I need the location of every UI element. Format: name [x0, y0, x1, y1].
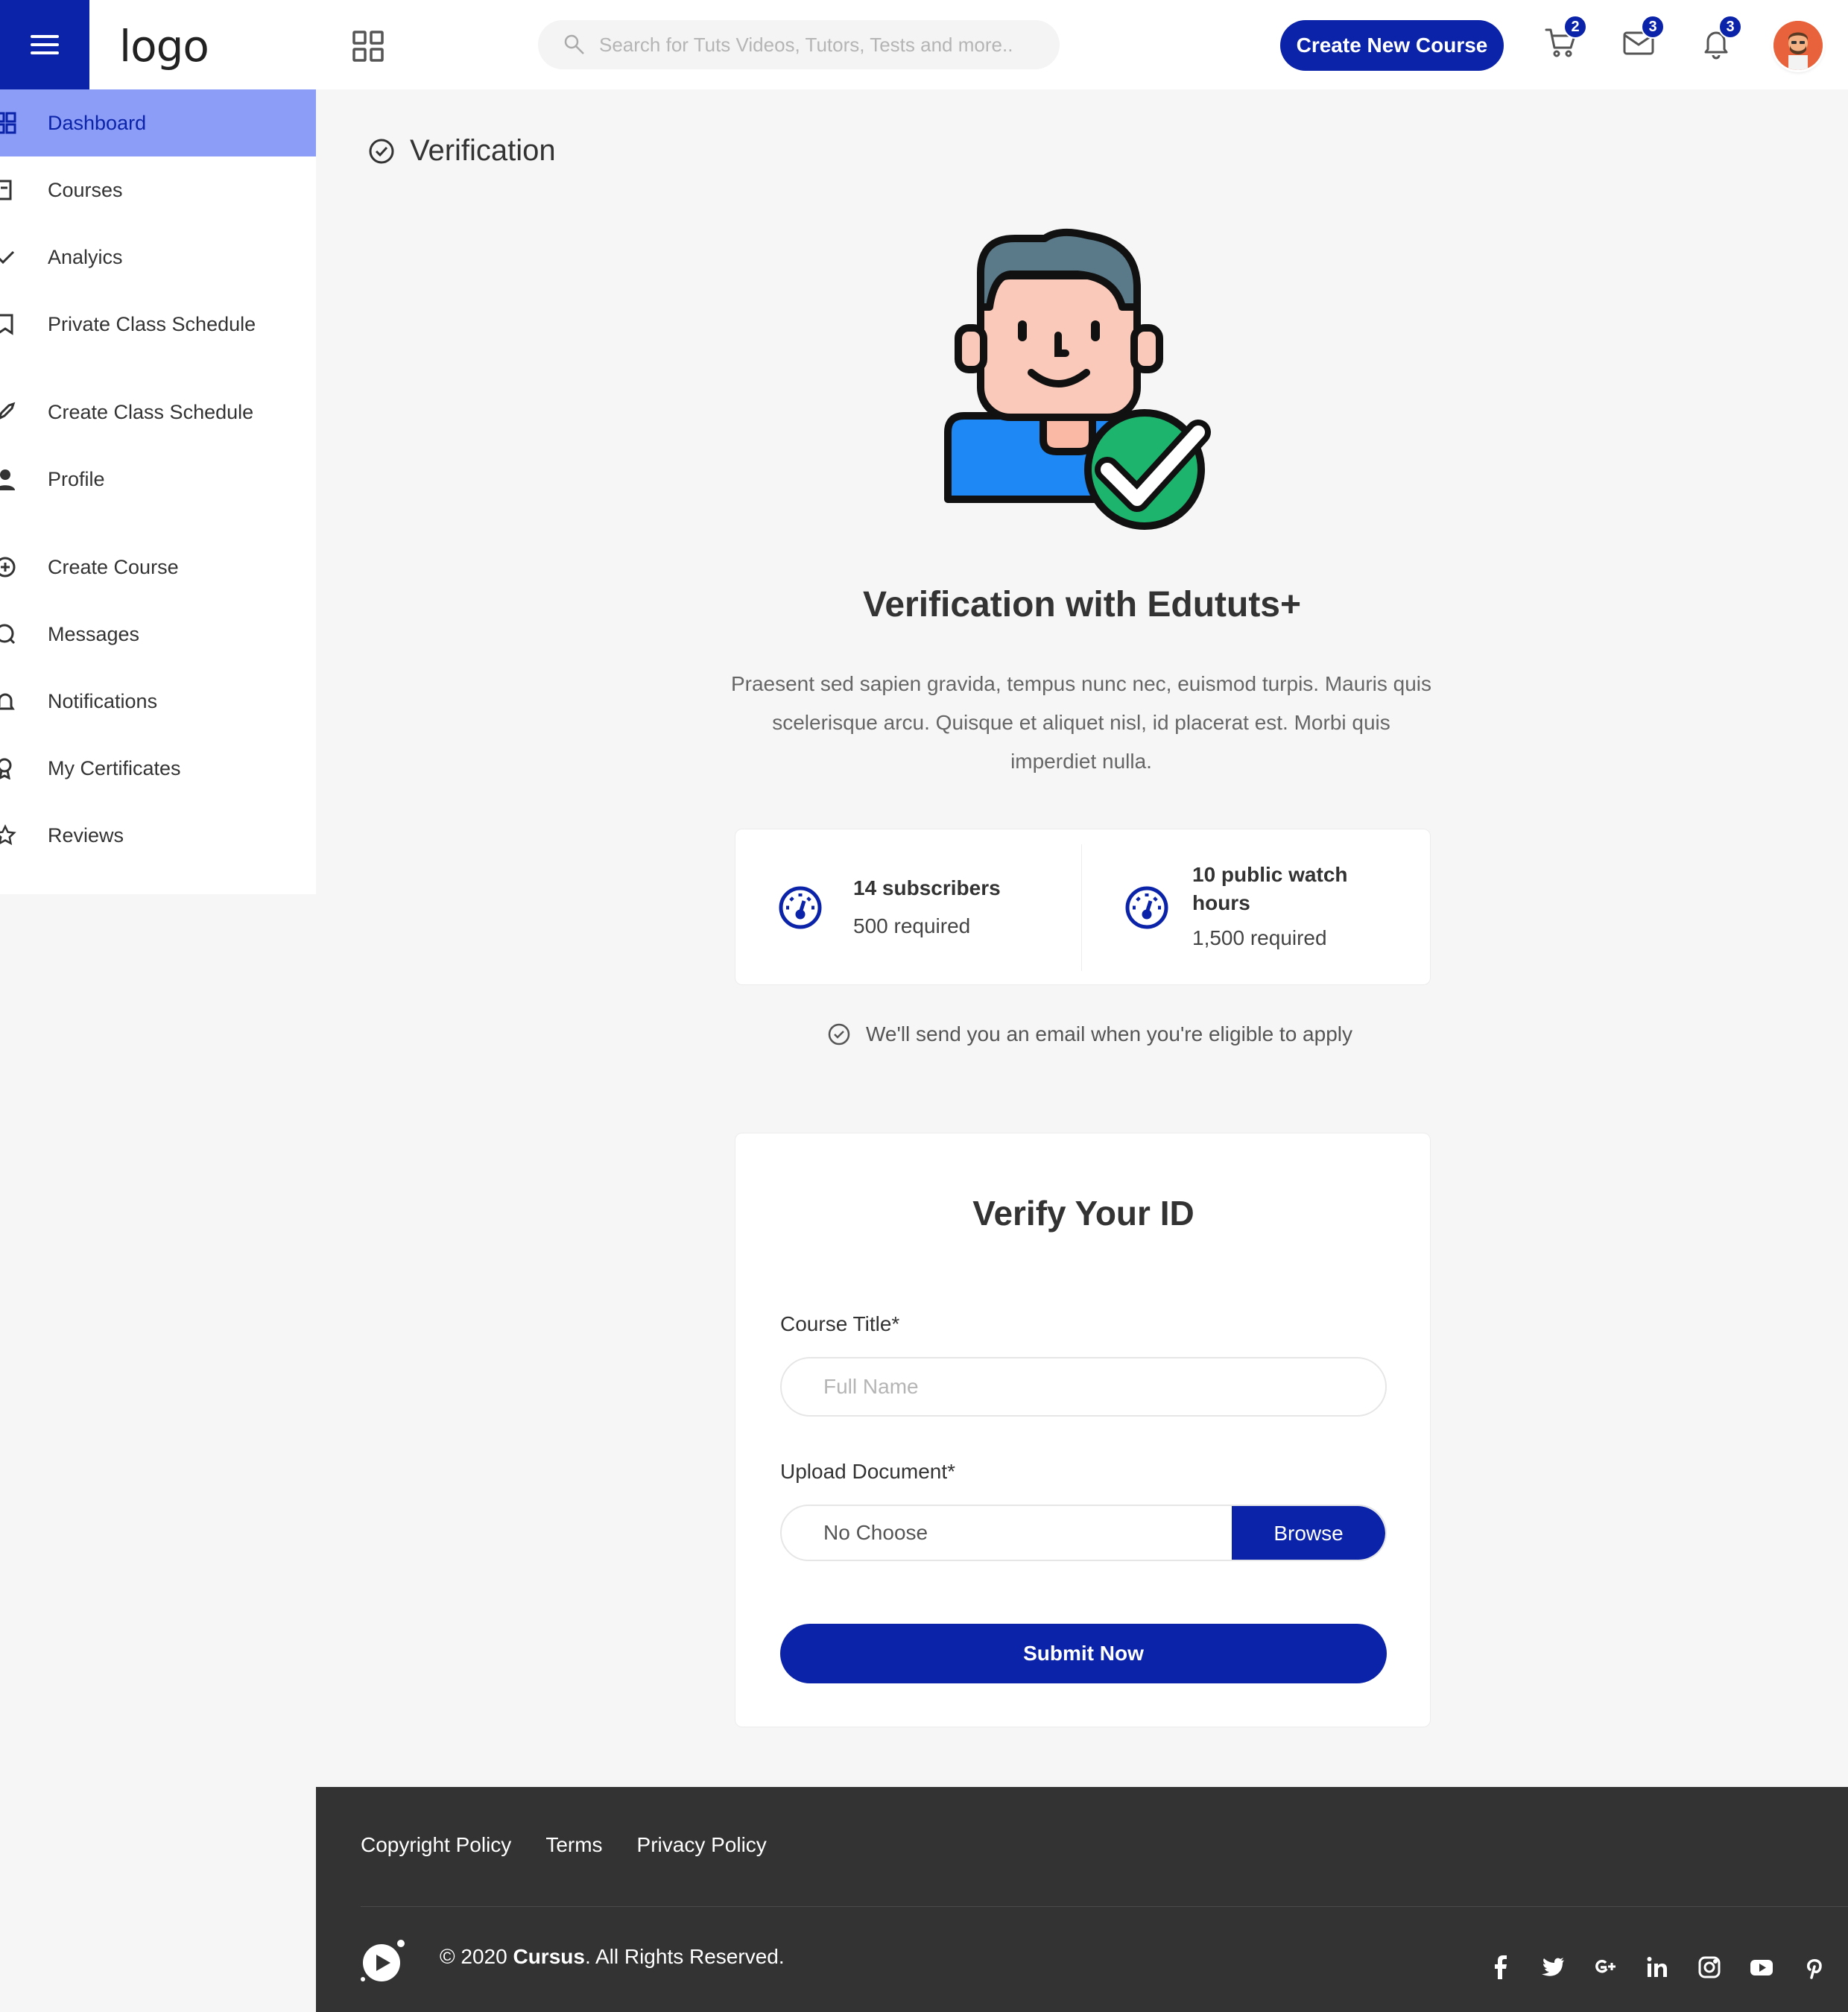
dashboard-icon — [0, 112, 16, 134]
eligibility-stats-card: 14 subscribers 500 required 10 public wa… — [735, 829, 1431, 985]
sidebar-item-label: Analyics — [48, 245, 123, 268]
youtube-icon[interactable] — [1747, 1952, 1776, 1982]
dashboard-gauge-icon — [1125, 886, 1168, 929]
notification-button[interactable]: 3 — [1699, 15, 1742, 63]
stat-subscribers: 14 subscribers 500 required — [735, 829, 1081, 986]
facebook-icon[interactable] — [1486, 1952, 1516, 1982]
create-new-course-button[interactable]: Create New Course — [1280, 20, 1504, 71]
analytics-icon — [0, 250, 15, 265]
course-title-input[interactable] — [780, 1357, 1387, 1417]
footer: Copyright Policy Terms Privacy Policy © … — [316, 1787, 1848, 2012]
sidebar: Dashboard Courses Analyics Private Class… — [0, 89, 316, 894]
bell-icon — [0, 693, 15, 710]
cart-badge: 2 — [1563, 15, 1587, 39]
star-icon — [0, 824, 16, 846]
logo[interactable]: logo — [119, 21, 209, 72]
sidebar-item-dashboard[interactable]: Dashboard — [0, 89, 316, 156]
verified-user-illustration — [944, 228, 1211, 530]
google-plus-icon[interactable] — [1590, 1952, 1620, 1982]
mail-badge: 3 — [1641, 15, 1665, 39]
hamburger-icon — [31, 35, 59, 54]
footer-link-privacy-policy[interactable]: Privacy Policy — [637, 1833, 767, 1857]
cursus-logo-icon[interactable] — [361, 1937, 407, 1984]
footer-links: Copyright Policy Terms Privacy Policy — [361, 1833, 767, 1857]
sidebar-item-label: Profile — [48, 467, 105, 490]
page-title: Verification — [368, 134, 556, 168]
sidebar-item-reviews[interactable]: Reviews — [0, 802, 316, 869]
copyright-prefix: © 2020 — [440, 1945, 513, 1968]
file-upload-field[interactable]: No Choose Browse — [780, 1505, 1387, 1561]
pinterest-icon[interactable] — [1799, 1952, 1829, 1982]
search-bar — [538, 20, 1060, 69]
sidebar-item-courses[interactable]: Courses — [0, 156, 316, 224]
cart-button[interactable]: 2 — [1544, 15, 1587, 63]
sidebar-item-label: Courses — [48, 178, 123, 201]
avatar-illustration — [1773, 21, 1823, 70]
search-icon — [564, 34, 584, 54]
sidebar-item-create-class-schedule[interactable]: Create Class Schedule — [0, 379, 316, 446]
copyright-text: © 2020 Cursus. All Rights Reserved. — [440, 1945, 785, 1969]
notification-badge: 3 — [1718, 15, 1742, 39]
stat-requirement: 500 required — [853, 914, 971, 937]
twitter-icon[interactable] — [1538, 1952, 1568, 1982]
sidebar-item-label: Private Class Schedule — [48, 312, 256, 335]
stat-requirement: 1,500 required — [1192, 926, 1327, 949]
mail-button[interactable]: 3 — [1621, 15, 1665, 63]
sidebar-item-messages[interactable]: Messages — [0, 601, 316, 668]
stat-title: 10 public watch hours — [1192, 863, 1348, 914]
footer-link-terms[interactable]: Terms — [545, 1833, 602, 1857]
verify-id-title: Verify Your ID — [972, 1194, 1194, 1233]
check-circle-icon — [369, 139, 394, 163]
copyright-brand: Cursus — [513, 1945, 585, 1968]
verify-id-card: Verify Your ID Course Title* Upload Docu… — [735, 1133, 1431, 1727]
check-circle-icon — [828, 1023, 850, 1045]
sidebar-item-label: Notifications — [48, 689, 158, 712]
sidebar-item-my-certificates[interactable]: My Certificates — [0, 735, 316, 802]
footer-link-copyright-policy[interactable]: Copyright Policy — [361, 1833, 511, 1857]
stat-title: 14 subscribers — [853, 876, 1001, 899]
submit-button[interactable]: Submit Now — [780, 1624, 1387, 1683]
upload-document-label: Upload Document* — [780, 1460, 956, 1483]
sidebar-item-label: Create Course — [48, 555, 179, 578]
award-icon — [0, 758, 12, 779]
eligibility-notice: We'll send you an email when you're elig… — [827, 1022, 1352, 1046]
page-title-label: Verification — [410, 134, 556, 167]
stat-watch-hours: 10 public watch hours 1,500 required — [1081, 844, 1431, 971]
plus-circle-icon — [0, 557, 16, 578]
sidebar-item-label: My Certificates — [48, 756, 181, 779]
copyright-suffix: . All Rights Reserved. — [584, 1945, 785, 1968]
notice-text: We'll send you an email when you're elig… — [866, 1022, 1352, 1045]
sidebar-item-profile[interactable]: Profile — [0, 446, 316, 513]
verification-description: Praesent sed sapien gravida, tempus nunc… — [730, 672, 1432, 773]
social-links — [1486, 1952, 1829, 1982]
sidebar-item-create-course[interactable]: Create Course — [0, 534, 316, 601]
linkedin-icon[interactable] — [1642, 1952, 1672, 1982]
sidebar-item-analytics[interactable]: Analyics — [0, 224, 316, 291]
instagram-icon[interactable] — [1694, 1952, 1724, 1982]
sidebar-item-private-class-schedule[interactable]: Private Class Schedule — [0, 291, 316, 358]
dashboard-gauge-icon — [779, 886, 822, 929]
file-name-text: No Choose — [823, 1521, 928, 1544]
courses-icon — [0, 180, 12, 200]
apps-grid-icon[interactable] — [352, 30, 385, 63]
user-avatar[interactable] — [1773, 21, 1823, 70]
message-icon — [0, 624, 16, 645]
footer-divider — [361, 1906, 1848, 1907]
verification-heading: Verification with Edututs+ — [862, 585, 1302, 624]
user-icon — [0, 469, 15, 490]
top-header: logo Create New Course 2 3 3 — [0, 0, 1848, 89]
sidebar-item-notifications[interactable]: Notifications — [0, 668, 316, 735]
browse-button[interactable]: Browse — [1232, 1506, 1385, 1560]
menu-toggle-button[interactable] — [0, 0, 89, 89]
course-title-label: Course Title* — [780, 1312, 900, 1335]
sidebar-item-label: Reviews — [48, 823, 124, 847]
rocket-icon — [0, 402, 16, 420]
search-input[interactable] — [599, 33, 1016, 57]
sidebar-item-label: Create Class Schedule — [48, 400, 254, 423]
bookmark-icon — [0, 314, 13, 335]
sidebar-item-label: Messages — [48, 622, 140, 645]
sidebar-item-label: Dashboard — [48, 111, 147, 134]
